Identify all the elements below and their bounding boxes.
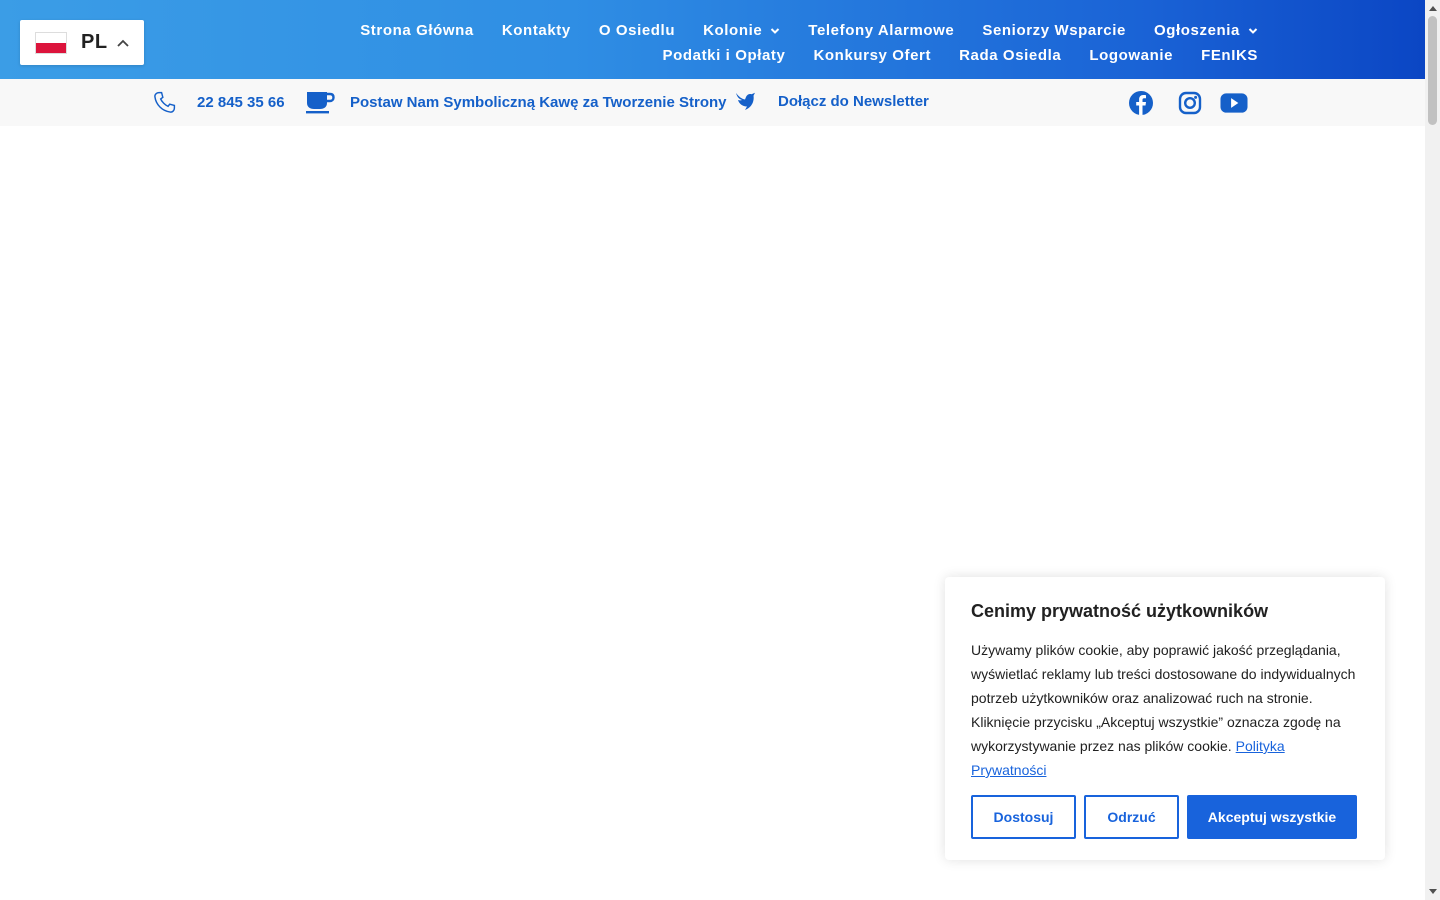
main-nav-row-1: Strona Główna Kontakty O Osiedlu Kolonie… <box>332 22 1258 39</box>
nav-item-login[interactable]: Logowanie <box>1089 47 1173 64</box>
customize-button[interactable]: Dostosuj <box>971 795 1076 839</box>
nav-item-taxes[interactable]: Podatki i Opłaty <box>663 47 786 64</box>
nav-label: Kontakty <box>501 22 571 39</box>
info-bar: 22 845 35 66 Postaw Nam Symboliczną Kawę… <box>0 79 1425 126</box>
instagram-icon[interactable] <box>1176 89 1204 117</box>
nav-label: Podatki i Opłaty <box>662 47 786 64</box>
nav-item-announcements[interactable]: Ogłoszenia <box>1154 22 1258 39</box>
nav-label: Strona Główna <box>360 22 474 39</box>
reject-button[interactable]: Odrzuć <box>1084 795 1179 839</box>
nav-item-council[interactable]: Rada Osiedla <box>959 47 1061 64</box>
youtube-icon[interactable] <box>1220 89 1248 117</box>
chevron-down-icon <box>770 26 780 36</box>
coffee-text: Postaw Nam Symboliczną Kawę za Tworzenie… <box>350 93 727 111</box>
page-scrollbar[interactable] <box>1425 0 1440 900</box>
nav-item-emergency-phones[interactable]: Telefony Alarmowe <box>808 22 954 39</box>
nav-label: O Osiedlu <box>598 22 676 39</box>
bird-icon <box>734 89 758 113</box>
nav-item-tenders[interactable]: Konkursy Ofert <box>813 47 931 64</box>
nav-label: Seniorzy Wsparcie <box>982 22 1126 39</box>
site-header: PL Strona Główna Kontakty O Osiedlu Kolo… <box>0 0 1425 79</box>
phone-link[interactable]: 22 845 35 66 <box>152 90 285 115</box>
nav-item-contacts[interactable]: Kontakty <box>502 22 571 39</box>
scroll-down-arrow-icon[interactable] <box>1428 886 1437 896</box>
phone-number: 22 845 35 66 <box>197 94 285 111</box>
nav-item-about[interactable]: O Osiedlu <box>599 22 675 39</box>
nav-label: Logowanie <box>1089 47 1174 64</box>
facebook-icon[interactable] <box>1127 89 1155 117</box>
poland-flag-icon <box>35 31 67 54</box>
coffee-cup-icon <box>305 90 335 114</box>
nav-label: Rada Osiedla <box>959 47 1062 64</box>
nav-label: Kolonie <box>703 22 763 39</box>
cookie-description: Używamy plików cookie, aby poprawić jako… <box>971 638 1356 782</box>
scroll-up-arrow-icon[interactable] <box>1428 3 1437 13</box>
main-nav-row-2: Podatki i Opłaty Konkursy Ofert Rada Osi… <box>635 47 1258 64</box>
scroll-thumb[interactable] <box>1428 16 1437 125</box>
language-switcher[interactable]: PL <box>20 20 144 65</box>
language-code: PL <box>81 31 108 53</box>
phone-icon <box>152 90 177 115</box>
newsletter-link[interactable]: Dołącz do Newsletter <box>734 89 929 113</box>
nav-item-feniks[interactable]: FEnIKS <box>1201 47 1258 64</box>
nav-item-seniors[interactable]: Seniorzy Wsparcie <box>982 22 1126 39</box>
chevron-down-icon <box>1248 26 1258 36</box>
nav-item-colonies[interactable]: Kolonie <box>703 22 780 39</box>
newsletter-text: Dołącz do Newsletter <box>778 92 929 110</box>
accept-all-button[interactable]: Akceptuj wszystkie <box>1187 795 1357 839</box>
cookie-title: Cenimy prywatność użytkowników <box>971 601 1269 621</box>
nav-label: Ogłoszenia <box>1153 22 1240 39</box>
cookie-text: Używamy plików cookie, aby poprawić jako… <box>971 642 1356 754</box>
chevron-up-icon <box>116 36 130 50</box>
coffee-link[interactable]: Postaw Nam Symboliczną Kawę za Tworzenie… <box>305 90 727 114</box>
nav-label: FEnIKS <box>1201 47 1258 64</box>
nav-label: Konkursy Ofert <box>813 47 932 64</box>
nav-item-home[interactable]: Strona Główna <box>360 22 474 39</box>
cookie-consent-panel: Cenimy prywatność użytkowników Używamy p… <box>945 577 1385 860</box>
cookie-buttons: Dostosuj Odrzuć Akceptuj wszystkie <box>971 795 1357 839</box>
nav-label: Telefony Alarmowe <box>808 22 955 39</box>
